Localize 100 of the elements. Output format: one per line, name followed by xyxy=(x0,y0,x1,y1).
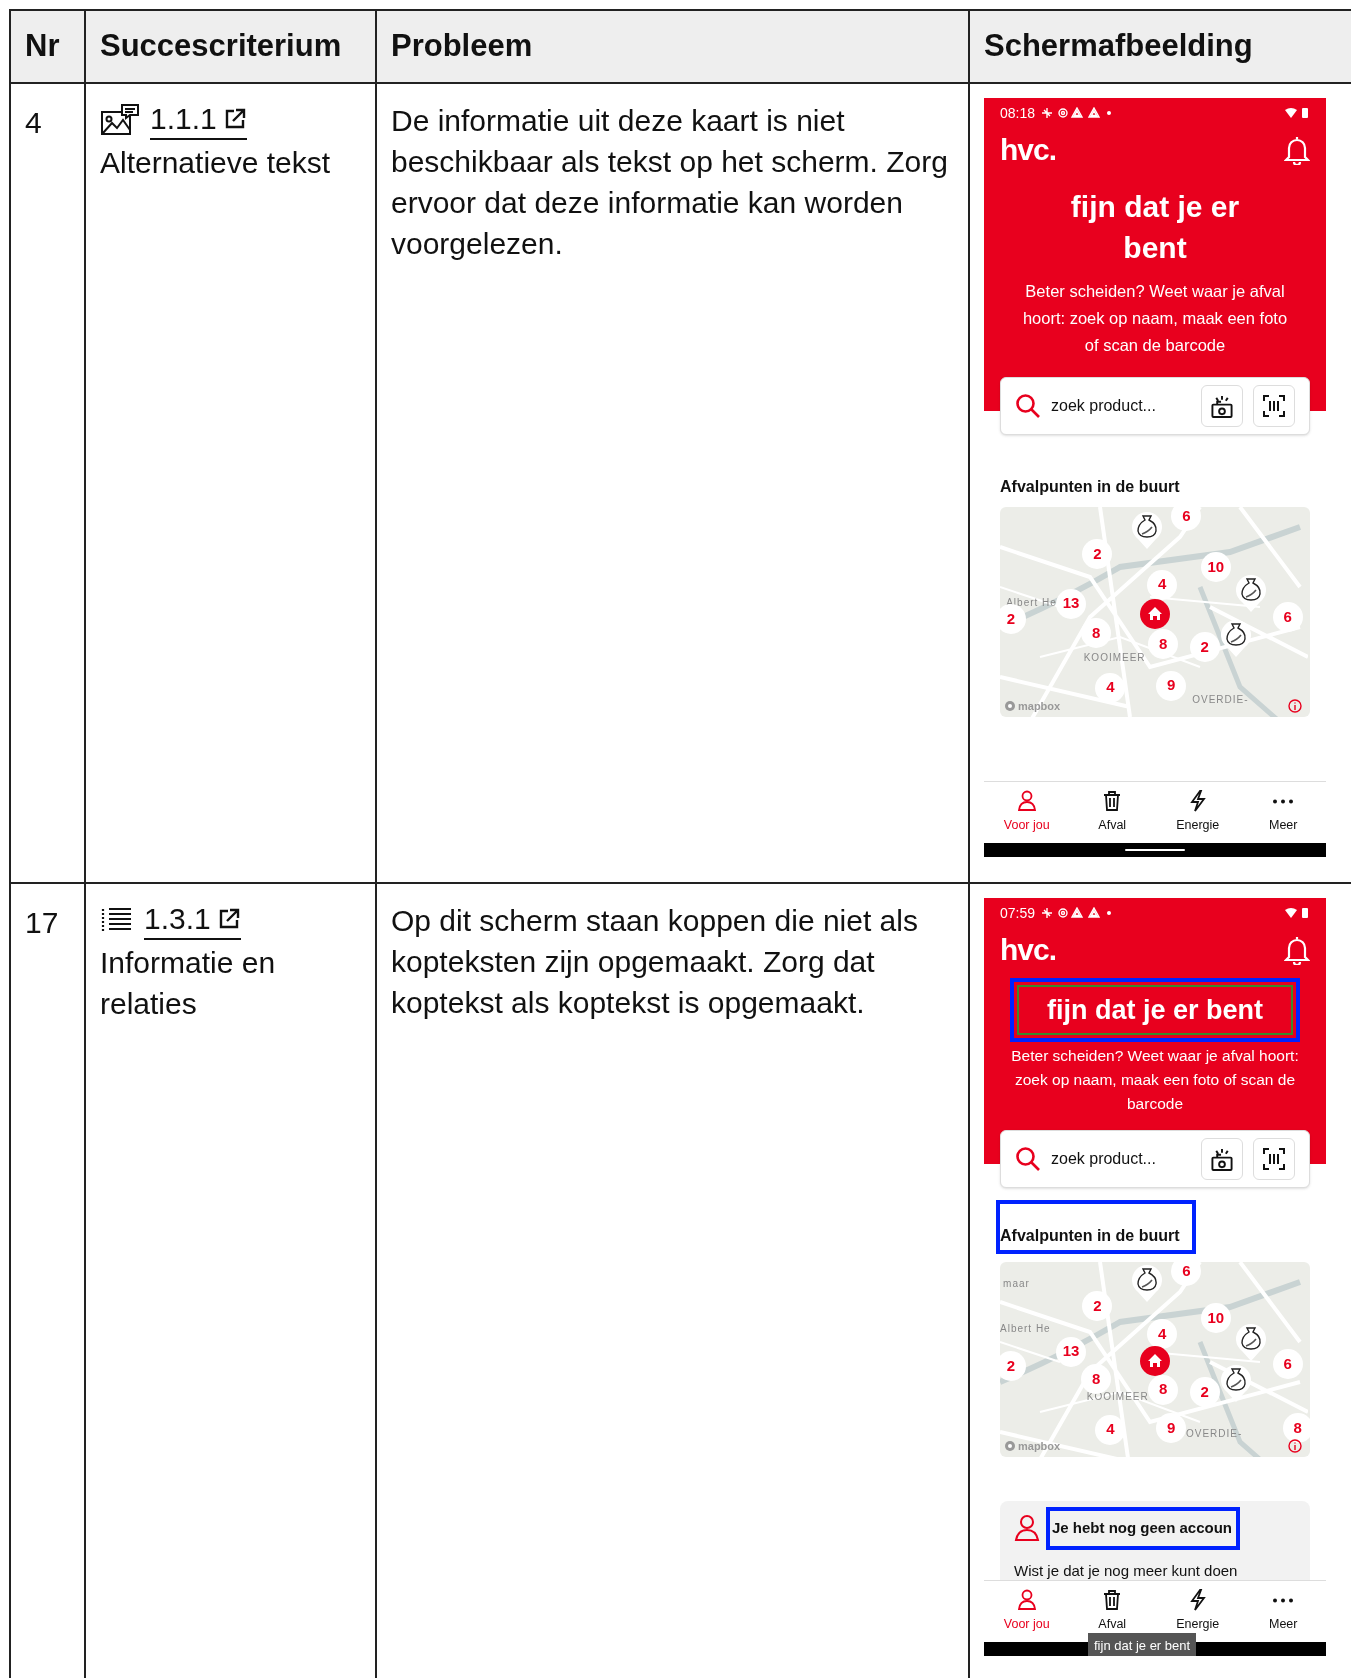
map-cluster-marker[interactable]: 9 xyxy=(1156,670,1187,701)
image-icon xyxy=(100,103,140,137)
person-icon xyxy=(1016,1589,1037,1612)
map-cluster-marker[interactable]: 10 xyxy=(1200,1302,1231,1333)
search-input[interactable]: zoek product... xyxy=(1051,394,1191,418)
map-cluster-marker[interactable]: 6 xyxy=(1171,507,1202,532)
map-cluster-marker[interactable]: 6 xyxy=(1272,1349,1303,1380)
barcode-scan-button[interactable] xyxy=(1253,1138,1295,1180)
map-cluster-marker[interactable]: 13 xyxy=(1056,1336,1086,1367)
info-icon[interactable] xyxy=(1288,1439,1302,1453)
map-cluster-marker[interactable]: 8 xyxy=(1282,1412,1310,1443)
person-icon xyxy=(1016,790,1037,813)
list-icon xyxy=(100,906,134,934)
row-number: 17 xyxy=(25,905,60,941)
camera-button[interactable] xyxy=(1201,385,1243,427)
barcode-icon xyxy=(1263,1148,1285,1170)
nav-tab[interactable]: Meer xyxy=(1240,1581,1326,1642)
criterion-name: Informatie en relaties xyxy=(100,945,277,1022)
bag-marker-icon[interactable] xyxy=(1129,1263,1164,1304)
wifi-battery-drawing xyxy=(1284,907,1310,919)
map-view[interactable]: maar Albert He KOOIMEER OVERDIE- 6 2 10 4 13 2 6 8 8 2 4 9 8 mapbox xyxy=(1000,1262,1310,1457)
map-cluster-marker[interactable]: 2 xyxy=(1000,1351,1026,1382)
nav-tab[interactable]: Voor jou xyxy=(984,1581,1070,1642)
section-heading: Afvalpunten in de buurt xyxy=(996,1200,1196,1254)
map-cluster-marker[interactable]: 4 xyxy=(1095,1414,1126,1445)
app-title: fijn dat je er bent xyxy=(1069,189,1241,266)
app-title: fijn dat je er bent xyxy=(1010,978,1300,1042)
search-icon xyxy=(1015,393,1041,419)
intro-text: Beter scheiden? Weet waar je afval hoort: zoek op naam, maak een foto of scan de barcode xyxy=(1021,281,1289,356)
trash-icon xyxy=(1102,1589,1123,1612)
map-label: OVERDIE- xyxy=(1186,1426,1243,1441)
problem-description: De informatie uit deze kaart is niet beschikbaar als tekst op het scherm. Zorg ervoor dat deze informatie kan worden voorgelezen. xyxy=(391,103,949,262)
wifi-battery-drawing xyxy=(1284,107,1310,119)
more-icon xyxy=(1273,1597,1294,1603)
criterion-link[interactable]: 1.1.1 xyxy=(150,100,247,140)
info-icon[interactable] xyxy=(1288,699,1302,713)
barcode-icon xyxy=(1263,395,1285,417)
map-cluster-marker[interactable]: 4 xyxy=(1147,1319,1178,1350)
more-icon xyxy=(1273,798,1294,804)
hvc-logo: hvc. xyxy=(1000,135,1057,165)
column-header: Schermafbeelding xyxy=(984,27,1253,66)
lightning-icon xyxy=(1187,1589,1208,1612)
map-cluster-marker[interactable]: 2 xyxy=(1082,1291,1113,1322)
home-marker-icon[interactable] xyxy=(1139,598,1171,631)
camera-icon xyxy=(1211,1147,1233,1171)
home-indicator xyxy=(1125,849,1185,851)
home-marker-icon[interactable] xyxy=(1139,1345,1171,1378)
criterion-name: Alternatieve tekst xyxy=(100,145,332,181)
status-time: 07:59 xyxy=(1000,903,1036,923)
mapbox-logo-icon xyxy=(1004,1439,1016,1452)
bag-marker-icon[interactable] xyxy=(1234,573,1269,614)
section-heading: Afvalpunten in de buurt xyxy=(1000,477,1181,497)
criterion-link[interactable]: 1.3.1 xyxy=(144,900,241,940)
card-text: Wist je dat je nog meer kunt doen xyxy=(1014,1560,1239,1580)
bag-marker-icon[interactable] xyxy=(1218,1363,1253,1404)
nav-tab[interactable]: Voor jou xyxy=(984,782,1070,843)
column-header: Succescriterium xyxy=(100,27,342,66)
bell-icon[interactable] xyxy=(1284,935,1310,965)
map-view[interactable]: Albert He KOOIMEER OVERDIE- 6 2 10 4 13 2 6 8 8 2 4 9 mapbox xyxy=(1000,507,1310,717)
bell-icon[interactable] xyxy=(1284,135,1310,165)
card-heading: Je hebt nog geen accoun xyxy=(1046,1507,1241,1550)
camera-icon xyxy=(1211,394,1233,418)
map-attribution: mapbox xyxy=(1018,1438,1061,1454)
map-cluster-marker[interactable]: 2 xyxy=(1082,539,1113,570)
toast-message: fijn dat je er bent xyxy=(1088,1633,1197,1656)
map-cluster-marker[interactable]: 8 xyxy=(1148,629,1179,660)
map-label: Albert He xyxy=(1000,1321,1051,1336)
map-cluster-marker[interactable]: 9 xyxy=(1156,1412,1187,1443)
column-header: Probleem xyxy=(391,27,533,66)
map-cluster-marker[interactable]: 2 xyxy=(1189,1377,1220,1408)
map-cluster-marker[interactable]: 6 xyxy=(1272,602,1303,633)
intro-text: Beter scheiden? Weet waar je afval hoort: zoek op naam, maak een foto of scan de barcode xyxy=(1010,1046,1300,1114)
status-time: 08:18 xyxy=(1000,103,1036,123)
nav-tab[interactable]: Afval xyxy=(1069,782,1155,843)
mapbox-logo-icon xyxy=(1004,699,1016,712)
lightning-icon xyxy=(1187,790,1208,813)
trash-icon xyxy=(1102,790,1123,813)
camera-button[interactable] xyxy=(1201,1138,1243,1180)
search-input[interactable]: zoek product... xyxy=(1051,1147,1191,1171)
hvc-logo: hvc. xyxy=(1000,935,1057,965)
person-icon xyxy=(1014,1514,1040,1543)
map-label: maar xyxy=(1003,1276,1030,1291)
barcode-scan-button[interactable] xyxy=(1253,385,1295,427)
bag-marker-icon[interactable] xyxy=(1234,1321,1269,1362)
row-number: 4 xyxy=(25,105,43,141)
map-cluster-marker[interactable]: 4 xyxy=(1147,569,1178,600)
bag-marker-icon[interactable] xyxy=(1129,510,1164,551)
map-cluster-marker[interactable]: 2 xyxy=(1189,632,1220,663)
problem-description: Op dit scherm staan koppen die niet als kopteksten zijn opgemaakt. Zorg dat koptekst als koptekst is opgemaakt. xyxy=(391,903,919,1021)
map-cluster-marker[interactable]: 10 xyxy=(1200,552,1231,583)
map-attribution: mapbox xyxy=(1018,698,1061,714)
map-cluster-marker[interactable]: 4 xyxy=(1095,672,1126,703)
map-label: OVERDIE- xyxy=(1192,692,1249,707)
map-cluster-marker[interactable]: 6 xyxy=(1171,1262,1202,1286)
map-label: KOOIMEER xyxy=(1083,650,1146,665)
nav-tab[interactable]: Meer xyxy=(1240,782,1326,843)
nav-tab[interactable]: Energie xyxy=(1155,782,1241,843)
map-cluster-marker[interactable]: 8 xyxy=(1148,1374,1179,1405)
map-cluster-marker[interactable]: 8 xyxy=(1081,618,1112,648)
map-cluster-marker[interactable]: 13 xyxy=(1056,588,1086,619)
